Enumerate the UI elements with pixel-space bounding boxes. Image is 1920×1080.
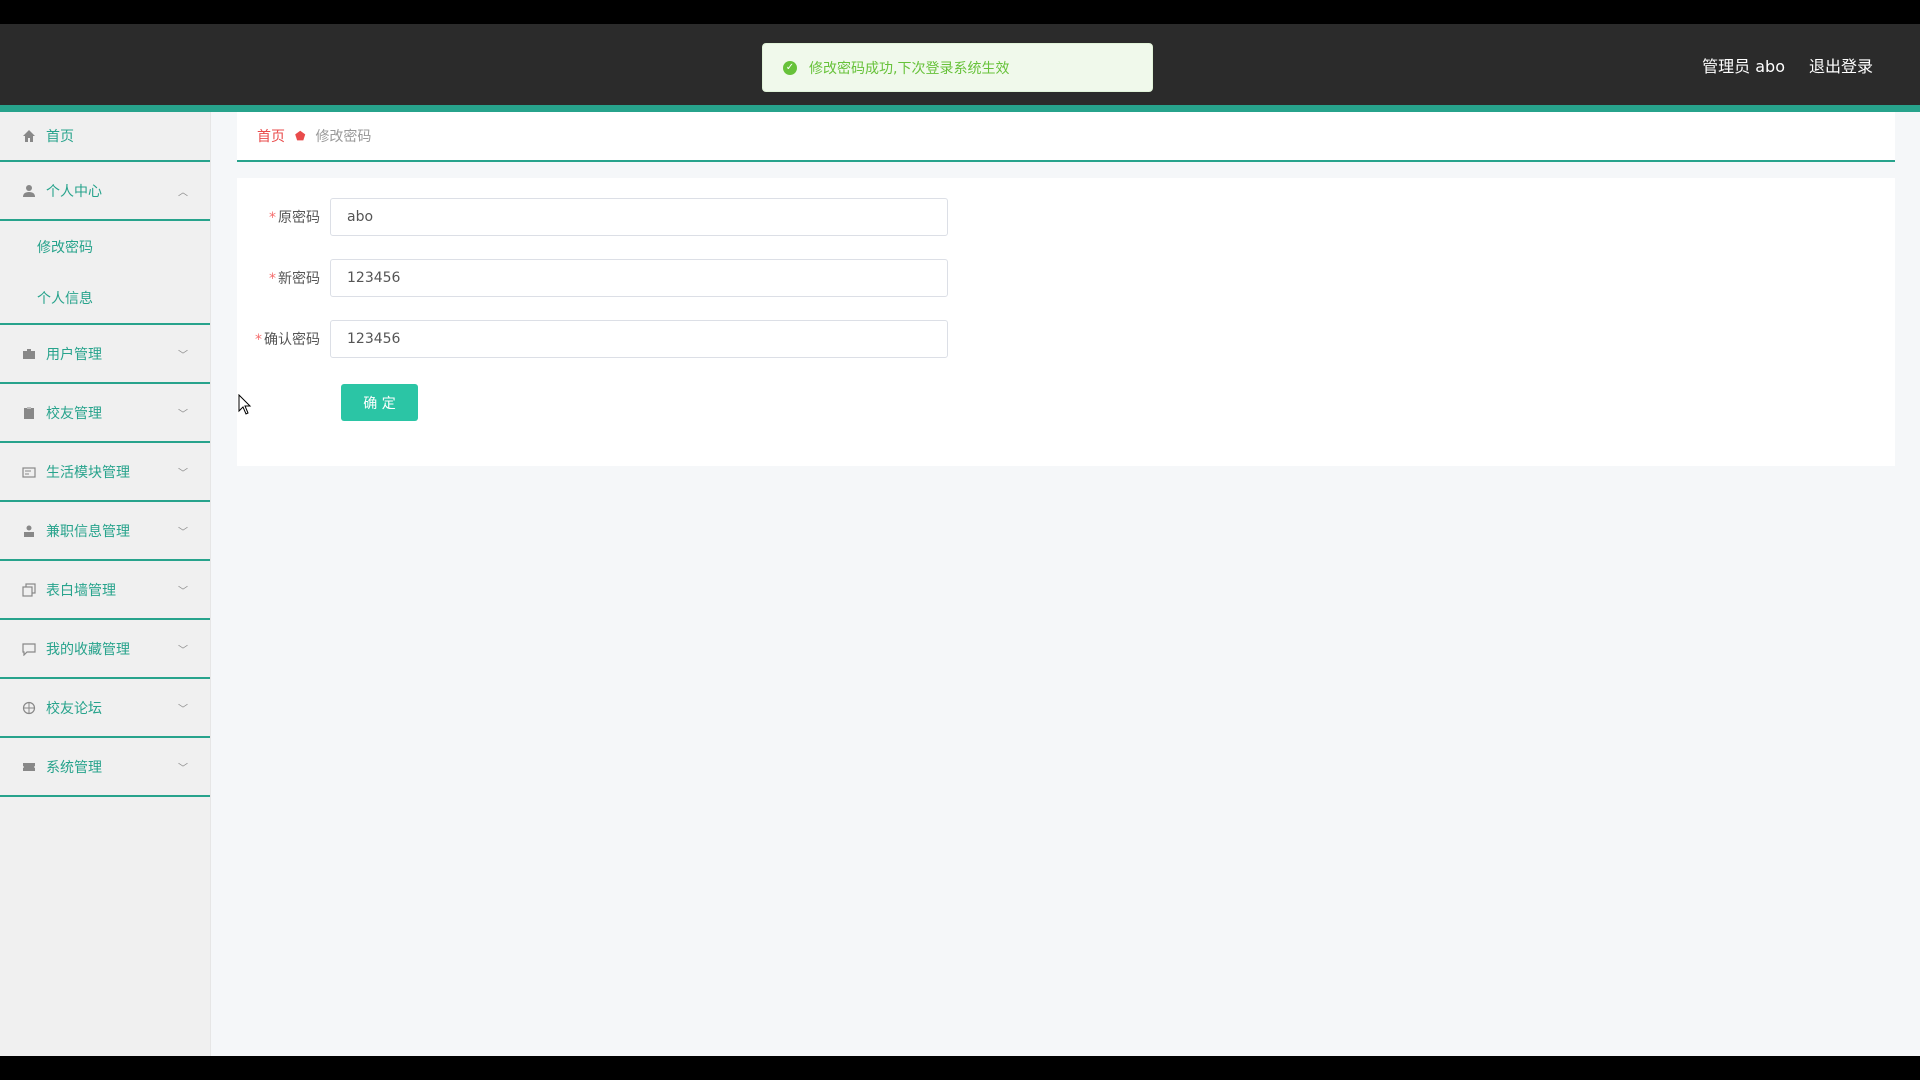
- sidebar-item-user-management[interactable]: 用户管理 ﹀: [0, 325, 210, 384]
- sidebar-item-alumni-management[interactable]: 校友管理 ﹀: [0, 384, 210, 443]
- copy-icon: [21, 582, 37, 598]
- breadcrumb: 首页 ⬟ 修改密码: [237, 112, 1895, 162]
- sidebar-item-label: 生活模块管理: [46, 464, 130, 481]
- required-mark: *: [269, 210, 276, 226]
- chevron-up-icon: ︿: [178, 187, 188, 198]
- user-icon: [21, 183, 37, 199]
- chevron-down-icon: ﹀: [178, 350, 188, 361]
- sidebar-item-label: 兼职信息管理: [46, 523, 130, 540]
- submit-button[interactable]: 确 定: [341, 384, 418, 421]
- chevron-down-icon: ﹀: [178, 409, 188, 420]
- admin-label: 管理员 abo: [1702, 57, 1785, 76]
- compass-icon: [21, 700, 37, 716]
- header-user-area: 管理员 abo 退出登录: [1702, 53, 1873, 77]
- sidebar-item-label: 表白墙管理: [46, 582, 116, 599]
- briefcase-icon: [21, 346, 37, 362]
- logout-link[interactable]: 退出登录: [1809, 53, 1873, 77]
- sidebar-item-favorites[interactable]: 我的收藏管理 ﹀: [0, 620, 210, 679]
- breadcrumb-home[interactable]: 首页: [257, 126, 285, 146]
- confirm-password-row: * 确认密码: [237, 320, 948, 358]
- sidebar-item-home[interactable]: 首页: [0, 112, 210, 162]
- sidebar-item-label: 首页: [46, 129, 74, 145]
- change-password-form: *原密码 *新密码 *确认密码 确 定: [237, 178, 1895, 466]
- message-icon: [21, 641, 37, 657]
- sidebar-item-system[interactable]: 系统管理 ﹀: [0, 738, 210, 797]
- chevron-down-icon: ﹀: [178, 704, 188, 715]
- submenu-item-change-password[interactable]: 修改密码: [0, 221, 210, 272]
- sidebar-item-label: 系统管理: [46, 759, 102, 776]
- success-toast: ✓ 修改密码成功,下次登录系统生效: [762, 43, 1153, 92]
- breadcrumb-current: 修改密码: [315, 129, 372, 145]
- sidebar-item-forum[interactable]: 校友论坛 ﹀: [0, 679, 210, 738]
- home-icon: [21, 128, 37, 144]
- personal-submenu: 修改密码 个人信息: [0, 221, 210, 325]
- submenu-item-personal-info[interactable]: 个人信息: [0, 272, 210, 323]
- clipboard-icon: [21, 405, 37, 421]
- new-password-row: * 新密码: [237, 259, 948, 297]
- old-password-row: * 原密码: [237, 198, 948, 236]
- confirm-password-input[interactable]: [330, 320, 948, 358]
- ticket-icon: [21, 759, 37, 775]
- old-password-label-text: 原密码: [278, 210, 320, 226]
- breadcrumb-separator-icon: ⬟: [295, 129, 306, 143]
- success-check-icon: ✓: [783, 60, 797, 75]
- new-password-label: * 新密码: [237, 268, 330, 288]
- sidebar-item-label: 个人中心: [46, 183, 102, 200]
- confirm-password-label: * 确认密码: [237, 329, 330, 349]
- chevron-down-icon: ﹀: [178, 527, 188, 538]
- sidebar-item-life-module[interactable]: 生活模块管理 ﹀: [0, 443, 210, 502]
- sidebar: 首页 个人中心 ︿ 修改密码 个人信息 用户管理 ﹀ 校友管理 ﹀ 生活模块管理…: [0, 112, 211, 1056]
- chevron-down-icon: ﹀: [178, 586, 188, 597]
- sidebar-item-personal-center[interactable]: 个人中心 ︿: [0, 162, 210, 221]
- required-mark: *: [255, 332, 262, 348]
- app-root: 管理员 abo 退出登录 ✓ 修改密码成功,下次登录系统生效 首页 个人中心 ︿…: [0, 24, 1920, 1056]
- chevron-down-icon: ﹀: [178, 645, 188, 656]
- sidebar-item-label: 我的收藏管理: [46, 641, 130, 658]
- sidebar-item-label: 校友管理: [46, 405, 102, 422]
- sidebar-item-confession-wall[interactable]: 表白墙管理 ﹀: [0, 561, 210, 620]
- mouse-cursor-icon: [238, 394, 252, 415]
- person-icon: [21, 523, 37, 539]
- sidebar-item-part-time[interactable]: 兼职信息管理 ﹀: [0, 502, 210, 561]
- old-password-input[interactable]: [330, 198, 948, 236]
- new-password-input[interactable]: [330, 259, 948, 297]
- header-accent-bar: [0, 105, 1920, 112]
- chevron-down-icon: ﹀: [178, 763, 188, 774]
- sidebar-item-label: 校友论坛: [46, 700, 102, 717]
- confirm-password-label-text: 确认密码: [264, 332, 320, 348]
- new-password-label-text: 新密码: [278, 271, 320, 287]
- old-password-label: * 原密码: [237, 207, 330, 227]
- card-icon: [21, 464, 37, 480]
- required-mark: *: [269, 271, 276, 287]
- toast-message: 修改密码成功,下次登录系统生效: [809, 60, 1010, 77]
- sidebar-item-label: 用户管理: [46, 346, 102, 363]
- chevron-down-icon: ﹀: [178, 468, 188, 479]
